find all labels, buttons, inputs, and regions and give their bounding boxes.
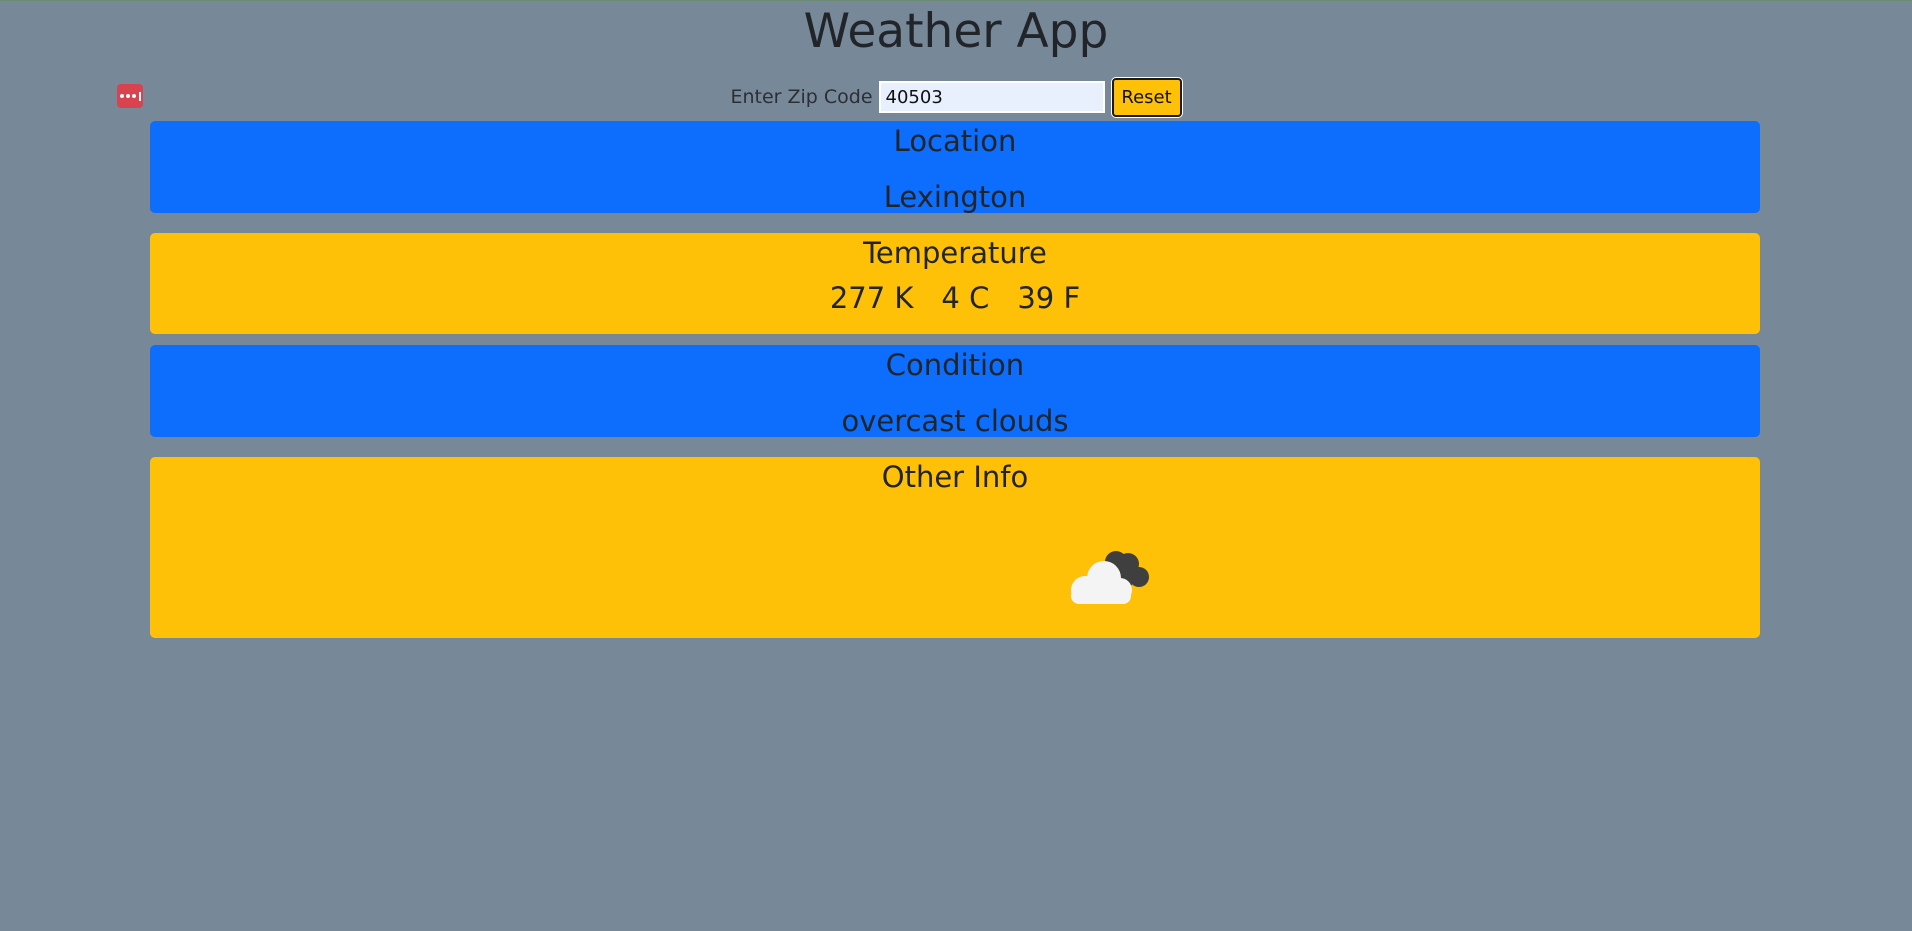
- temperature-celsius: 4 C: [941, 281, 990, 315]
- temperature-card: Temperature 277 K 4 C 39 F: [150, 233, 1760, 334]
- temperature-values: 277 K 4 C 39 F: [150, 280, 1760, 316]
- condition-title: Condition: [885, 348, 1025, 382]
- overcast-clouds-icon: [1071, 551, 1149, 604]
- reset-button[interactable]: Reset: [1111, 77, 1182, 117]
- window-top-border: [0, 0, 1912, 1]
- zip-label: Enter Zip Code: [730, 86, 873, 108]
- temperature-kelvin: 277 K: [829, 281, 914, 315]
- temperature-title: Temperature: [863, 236, 1047, 270]
- location-card: Location Lexington: [150, 121, 1760, 214]
- other-info-title: Other Info: [881, 460, 1029, 494]
- other-info-card: Other Info: [150, 457, 1760, 638]
- location-value: Lexington: [883, 180, 1027, 214]
- temperature-fahrenheit: 39 F: [1017, 281, 1081, 315]
- condition-value: overcast clouds: [841, 404, 1069, 438]
- page-title: Weather App: [803, 4, 1109, 59]
- location-title: Location: [893, 124, 1017, 158]
- zip-input[interactable]: [878, 81, 1105, 113]
- zip-search-form: Enter Zip Code Reset: [0, 77, 1912, 117]
- condition-card: Condition overcast clouds: [150, 345, 1760, 438]
